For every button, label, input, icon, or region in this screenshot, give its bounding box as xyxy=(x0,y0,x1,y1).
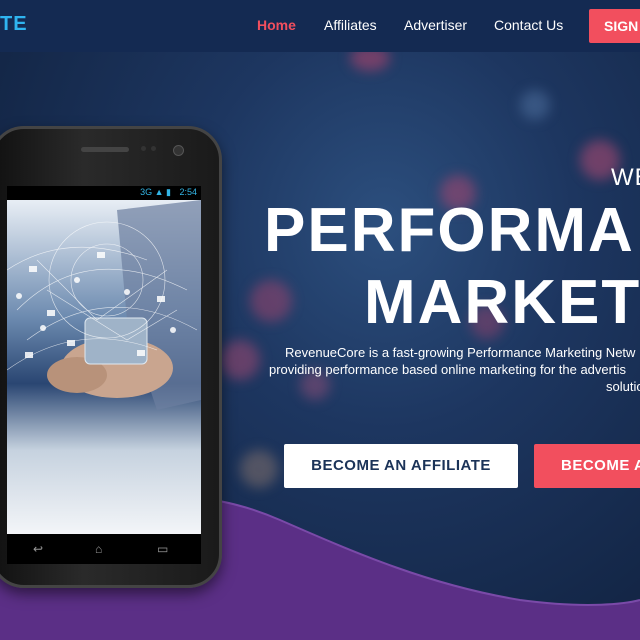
nav-contact-us[interactable]: Contact Us xyxy=(494,17,563,33)
back-arrow-icon: ↩ xyxy=(33,542,44,556)
phone-screen-image xyxy=(7,200,201,534)
bokeh-light xyxy=(220,340,260,380)
signup-button[interactable]: SIGN xyxy=(589,9,640,43)
network-hands-illustration xyxy=(7,200,201,534)
hero-headline-line1: PERFORMA xyxy=(264,196,635,265)
bokeh-light xyxy=(250,280,292,322)
phone-clock: 2:54 xyxy=(179,187,197,197)
phone-nav-keys: ↩ ⌂ ▭ xyxy=(7,534,201,564)
network-type-label: 3G xyxy=(140,187,153,197)
hero-description-line: RevenueCore is a fast-growing Performanc… xyxy=(285,345,636,360)
recent-apps-icon: ▭ xyxy=(157,542,169,556)
smartphone-mockup: 3G ▲ ▮ 2:54 ↩ ⌂ ▭ xyxy=(0,126,222,588)
hero-headline-line2: MARKET xyxy=(364,268,640,337)
hero-description-line: providing performance based online marke… xyxy=(269,362,626,377)
nav-home[interactable]: Home xyxy=(257,17,296,33)
become-advertiser-button[interactable]: BECOME A xyxy=(534,444,640,488)
signal-battery-icon: 3G ▲ ▮ xyxy=(140,187,171,197)
top-navbar: TE Home Affiliates Advertiser Contact Us… xyxy=(0,0,640,52)
hero-welcome-text: WE xyxy=(611,164,640,191)
nav-affiliates[interactable]: Affiliates xyxy=(324,17,377,33)
phone-earpiece xyxy=(81,147,129,152)
phone-status-bar: 3G ▲ ▮ 2:54 xyxy=(7,186,201,200)
site-logo[interactable]: TE xyxy=(0,13,28,36)
phone-sensor xyxy=(141,146,146,151)
hero-description-line: solutio xyxy=(606,379,640,394)
home-icon: ⌂ xyxy=(95,542,103,556)
hero-description: RevenueCore is a fast-growing Performanc… xyxy=(255,344,640,395)
hero-section: TE Home Affiliates Advertiser Contact Us… xyxy=(0,0,640,640)
phone-sensor xyxy=(151,146,156,151)
nav-advertiser[interactable]: Advertiser xyxy=(404,17,467,33)
become-affiliate-button[interactable]: BECOME AN AFFILIATE xyxy=(284,444,518,488)
bokeh-light xyxy=(520,90,550,120)
phone-camera xyxy=(173,145,184,156)
